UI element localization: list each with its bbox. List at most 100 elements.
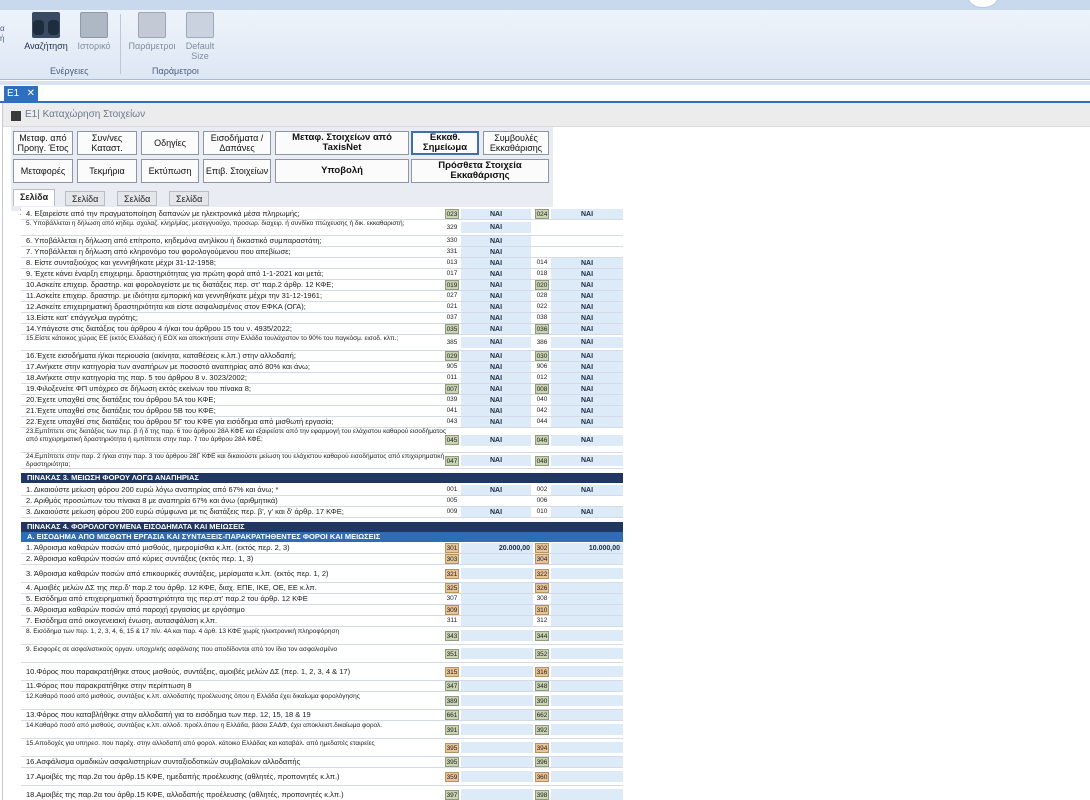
table4-value-2[interactable] bbox=[551, 582, 623, 594]
table2-code-field[interactable]: 386 bbox=[535, 338, 549, 348]
table4-code-field[interactable]: 316 bbox=[535, 666, 549, 677]
table4-code-field[interactable]: 308 bbox=[535, 594, 549, 604]
default-size-button[interactable]: Default Size bbox=[176, 12, 224, 64]
print-button[interactable]: Εκτύπωση bbox=[141, 159, 199, 183]
table2-code-field[interactable]: 044 bbox=[535, 417, 549, 427]
table4-value-2[interactable] bbox=[551, 771, 623, 782]
table2-code-field[interactable]: 013 bbox=[445, 258, 459, 268]
table3-code-field[interactable]: 010 bbox=[535, 507, 549, 517]
submit-button[interactable]: Υποβολή bbox=[275, 159, 409, 183]
table2-yes-checkbox-1[interactable]: ΝΑΙ bbox=[461, 350, 531, 362]
table4-value-2[interactable] bbox=[551, 604, 623, 616]
table2-yes-checkbox-1[interactable]: ΝΑΙ bbox=[461, 383, 531, 395]
table4-code-field[interactable]: 390 bbox=[535, 695, 549, 706]
table4-code-field[interactable]: 395 bbox=[445, 757, 459, 767]
table2-yes-checkbox-2[interactable]: ΝΑΙ bbox=[551, 208, 623, 220]
table4-value-1[interactable] bbox=[461, 695, 533, 706]
table4-value-1[interactable] bbox=[461, 709, 533, 721]
table2-yes-checkbox-2[interactable]: ΝΑΙ bbox=[551, 257, 623, 269]
table4-value-2[interactable] bbox=[551, 789, 623, 800]
table4-code-field[interactable]: 301 bbox=[445, 543, 459, 553]
table2-yes-checkbox-1[interactable]: ΝΑΙ bbox=[461, 301, 531, 313]
table2-code-field[interactable]: 037 bbox=[445, 313, 459, 323]
table2-yes-checkbox-2[interactable]: ΝΑΙ bbox=[551, 290, 623, 302]
table2-code-field[interactable]: 045 bbox=[445, 435, 459, 445]
table4-code-field[interactable]: 397 bbox=[445, 789, 459, 800]
table4-code-field[interactable]: 343 bbox=[445, 630, 459, 641]
table4-value-2[interactable] bbox=[551, 615, 623, 627]
table2-yes-checkbox-2[interactable]: ΝΑΙ bbox=[551, 268, 623, 280]
table4-code-field[interactable]: 303 bbox=[445, 554, 459, 564]
table4-value-1[interactable] bbox=[461, 568, 533, 579]
table2-yes-checkbox-2[interactable]: ΝΑΙ bbox=[551, 337, 623, 348]
presumptions-button[interactable]: Τεκμήρια bbox=[77, 159, 137, 183]
table2-yes-checkbox-1[interactable]: ΝΑΙ bbox=[461, 257, 531, 269]
table4-value-2[interactable] bbox=[551, 756, 623, 768]
table2-yes-checkbox-1[interactable]: ΝΑΙ bbox=[461, 337, 531, 348]
table2-yes-checkbox-1[interactable]: ΝΑΙ bbox=[461, 246, 531, 258]
table2-code-field[interactable]: 008 bbox=[535, 384, 549, 394]
help-icon[interactable] bbox=[968, 0, 998, 8]
table2-code-field[interactable]: 035 bbox=[445, 324, 459, 334]
table2-code-field[interactable]: 011 bbox=[445, 373, 459, 383]
table4-value-1[interactable] bbox=[461, 680, 533, 692]
table4-value-1[interactable] bbox=[461, 724, 533, 735]
table2-yes-checkbox-1[interactable]: ΝΑΙ bbox=[461, 235, 531, 247]
table2-yes-checkbox-1[interactable]: ΝΑΙ bbox=[461, 279, 531, 291]
table2-yes-checkbox-2[interactable]: ΝΑΙ bbox=[551, 416, 623, 428]
table2-yes-checkbox-1[interactable]: ΝΑΙ bbox=[461, 455, 531, 466]
table2-code-field[interactable]: 012 bbox=[535, 373, 549, 383]
table4-value-1[interactable] bbox=[461, 553, 533, 565]
table2-code-field[interactable]: 024 bbox=[535, 209, 549, 219]
table2-code-field[interactable]: 331 bbox=[445, 247, 459, 257]
additional-settlement-button[interactable]: Πρόσθετα Στοιχεία Εκκαθάρισης bbox=[411, 159, 549, 183]
table2-code-field[interactable]: 036 bbox=[535, 324, 549, 334]
close-icon[interactable]: ✕ bbox=[27, 86, 35, 102]
table2-code-field[interactable]: 022 bbox=[535, 302, 549, 312]
table4-value-2[interactable] bbox=[551, 553, 623, 565]
table2-code-field[interactable]: 047 bbox=[445, 455, 459, 466]
table4-code-field[interactable]: 302 bbox=[535, 543, 549, 553]
validate-button[interactable]: Επιβ. Στοιχείων bbox=[203, 159, 271, 183]
table4-value-2[interactable] bbox=[551, 568, 623, 579]
table2-yes-checkbox-1[interactable]: ΝΑΙ bbox=[461, 361, 531, 373]
table2-code-field[interactable]: 007 bbox=[445, 384, 459, 394]
table2-code-field[interactable]: 020 bbox=[535, 280, 549, 290]
tab-page-2[interactable]: Σελίδα 2 bbox=[65, 191, 106, 219]
table4-value-2[interactable] bbox=[551, 695, 623, 706]
table3-yes-checkbox-2[interactable]: ΝΑΙ bbox=[551, 484, 623, 496]
tab-page-3[interactable]: Σελίδα 3 bbox=[117, 191, 158, 219]
table4-value-1[interactable] bbox=[461, 742, 533, 753]
settlement-advice-button[interactable]: Συμβουλές Εκκαθάρισης bbox=[483, 131, 549, 155]
table2-yes-checkbox-2[interactable]: ΝΑΙ bbox=[551, 301, 623, 313]
spouse-status-button[interactable]: Συν/νες Καταστ. bbox=[77, 131, 137, 155]
table4-code-field[interactable]: 394 bbox=[535, 742, 549, 753]
table4-code-field[interactable]: 662 bbox=[535, 710, 549, 720]
table4-code-field[interactable]: 315 bbox=[445, 666, 459, 677]
table2-yes-checkbox-2[interactable]: ΝΑΙ bbox=[551, 405, 623, 417]
table2-yes-checkbox-1[interactable]: ΝΑΙ bbox=[461, 222, 531, 233]
table4-value-1[interactable] bbox=[461, 604, 533, 616]
table4-value-2[interactable] bbox=[551, 724, 623, 735]
table4-code-field[interactable]: 391 bbox=[445, 724, 459, 735]
table4-value-2[interactable] bbox=[551, 742, 623, 753]
table2-code-field[interactable]: 041 bbox=[445, 406, 459, 416]
table4-code-field[interactable]: 310 bbox=[535, 605, 549, 615]
table2-yes-checkbox-2[interactable]: ΝΑΙ bbox=[551, 434, 623, 446]
transfer-prev-year-button[interactable]: Μεταφ. από Προηγ. Έτος bbox=[13, 131, 73, 155]
table4-value-1[interactable] bbox=[461, 648, 533, 659]
table4-code-field[interactable]: 309 bbox=[445, 605, 459, 615]
table4-value-1[interactable] bbox=[461, 615, 533, 627]
instructions-button[interactable]: Οδηγίες bbox=[141, 131, 199, 155]
table3-code-field[interactable]: 005 bbox=[445, 496, 459, 506]
table3-code-field[interactable]: 002 bbox=[535, 485, 549, 495]
table2-yes-checkbox-1[interactable]: ΝΑΙ bbox=[461, 323, 531, 335]
table2-code-field[interactable]: 385 bbox=[445, 338, 459, 348]
table2-yes-checkbox-2[interactable]: ΝΑΙ bbox=[551, 361, 623, 373]
table2-code-field[interactable]: 027 bbox=[445, 291, 459, 301]
table4-code-field[interactable]: 311 bbox=[445, 616, 459, 626]
table4-value-2[interactable]: 10.000,00 bbox=[551, 542, 623, 554]
table4-value-1[interactable] bbox=[461, 756, 533, 768]
table2-code-field[interactable]: 017 bbox=[445, 269, 459, 279]
transfers-button[interactable]: Μεταφορές bbox=[13, 159, 73, 183]
